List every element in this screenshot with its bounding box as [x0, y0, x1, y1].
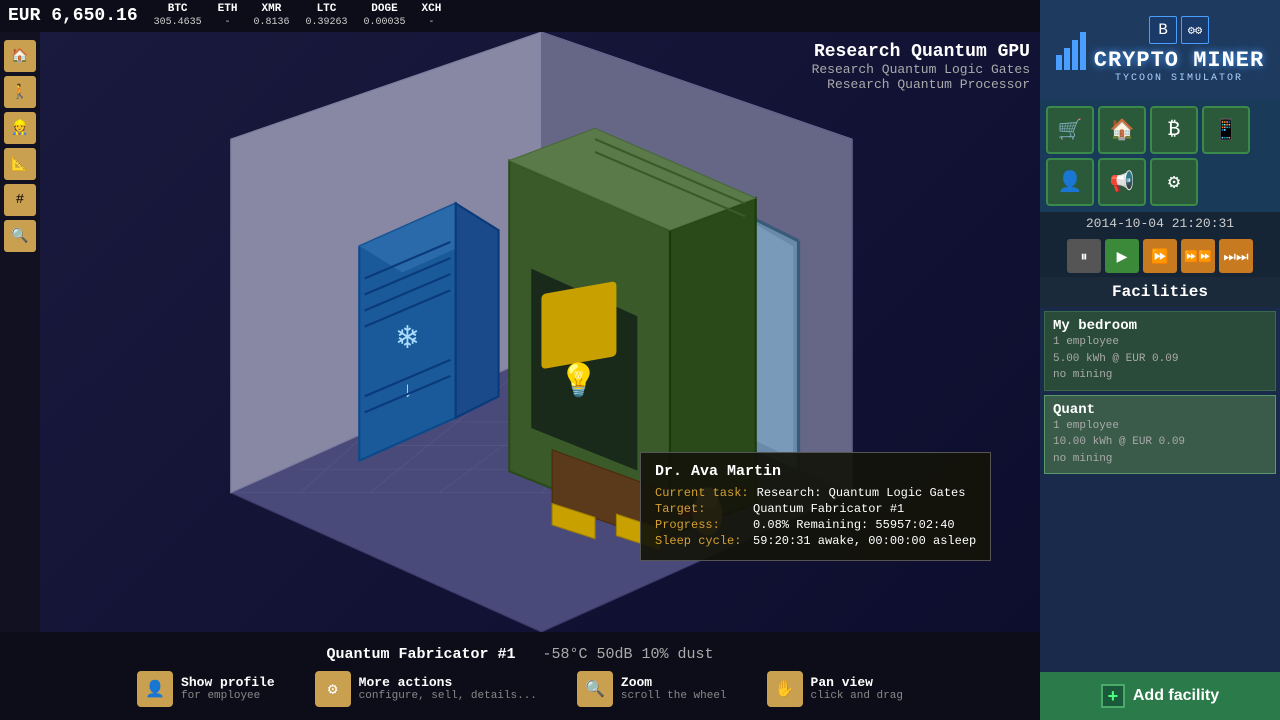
facilities-header: Facilities	[1040, 277, 1280, 307]
pause-button[interactable]: ⏸	[1067, 239, 1101, 273]
logo-text-sub: TYCOON SIMULATOR	[1115, 73, 1243, 84]
tool-zoom[interactable]: 🔍	[4, 220, 36, 252]
more-actions-sub: configure, sell, details...	[359, 690, 537, 702]
add-facility-icon: +	[1101, 684, 1125, 708]
logo-text-main: CRYPTO MINER	[1094, 48, 1264, 73]
play-button[interactable]: ▶	[1105, 239, 1139, 273]
nav-mobile-button[interactable]: 📱	[1202, 106, 1250, 154]
zoom-button[interactable]: 🔍 Zoom scroll the wheel	[577, 671, 727, 707]
more-actions-icon: ⚙	[315, 671, 351, 707]
add-facility-button[interactable]: + Add facility	[1040, 672, 1280, 720]
tool-angle[interactable]: 📐	[4, 148, 36, 180]
bottom-action-bar: Quantum Fabricator #1 -58°C 50dB 10% dus…	[0, 632, 1040, 720]
tooltip-row-progress: Progress: 0.08% Remaining: 55957:02:40	[655, 518, 976, 532]
employee-tooltip: Dr. Ava Martin Current task: Research: Q…	[640, 452, 991, 561]
facility-info-bar: Quantum Fabricator #1 -58°C 50dB 10% dus…	[0, 642, 1040, 667]
nav-user-button[interactable]: 👤	[1046, 158, 1094, 206]
datetime-display: 2014-10-04 21:20:31	[1040, 212, 1280, 235]
pan-icon: ✋	[767, 671, 803, 707]
show-profile-button[interactable]: 👤 Show profile for employee	[137, 671, 275, 707]
nav-bitcoin-button[interactable]: ₿	[1150, 106, 1198, 154]
left-toolbar: 🏠 🚶 👷 📐 # 🔍	[0, 32, 40, 632]
speed3-button[interactable]: ⏩⏩	[1181, 239, 1215, 273]
crypto-doge: DOGE 0.00035	[363, 3, 405, 28]
crypto-eth: ETH -	[218, 3, 238, 28]
logo-gear-icon: ⚙⚙	[1181, 16, 1209, 44]
facility-stats: -58°C 50dB 10% dust	[525, 646, 714, 663]
top-currency-bar: EUR 6,650.16 BTC 305.4635 ETH - XMR 0.81…	[0, 0, 1040, 32]
tooltip-row-target: Target: Quantum Fabricator #1	[655, 502, 976, 516]
show-profile-icon: 👤	[137, 671, 173, 707]
nav-icons-grid: 🛒 🏠 ₿ 📱 👤 📢 ⚙	[1040, 100, 1280, 212]
facility-card-bedroom-detail: 1 employee 5.00 kWh @ EUR 0.09 no mining	[1053, 334, 1267, 384]
nav-announcements-button[interactable]: 📢	[1098, 158, 1146, 206]
facility-card-bedroom-name: My bedroom	[1053, 318, 1267, 334]
main-currency: EUR 6,650.16	[8, 6, 138, 26]
tool-walk[interactable]: 🚶	[4, 76, 36, 108]
more-actions-button[interactable]: ⚙ More actions configure, sell, details.…	[315, 671, 537, 707]
facility-card-quant-detail: 1 employee 10.00 kWh @ EUR 0.09 no minin…	[1053, 418, 1267, 468]
crypto-xmr: XMR 0.8136	[253, 3, 289, 28]
show-profile-label: Show profile	[181, 675, 275, 690]
nav-shop-button[interactable]: 🛒	[1046, 106, 1094, 154]
facility-card-quant-name: Quant	[1053, 402, 1267, 418]
add-facility-label: Add facility	[1133, 687, 1219, 705]
logo-bars	[1056, 30, 1086, 70]
tool-house[interactable]: 🏠	[4, 40, 36, 72]
employee-name: Dr. Ava Martin	[655, 463, 976, 480]
pan-button[interactable]: ✋ Pan view click and drag	[767, 671, 903, 707]
crypto-ltc: LTC 0.39263	[305, 3, 347, 28]
tool-hash[interactable]: #	[4, 184, 36, 216]
right-panel: B ⚙⚙ CRYPTO MINER TYCOON SIMULATOR 🛒 🏠 ₿…	[1040, 0, 1280, 720]
pan-label: Pan view	[811, 675, 903, 690]
pan-sub: click and drag	[811, 690, 903, 702]
svg-text:❄: ❄	[397, 320, 418, 359]
svg-text:💡: 💡	[559, 361, 599, 401]
tool-worker[interactable]: 👷	[4, 112, 36, 144]
logo-area: B ⚙⚙ CRYPTO MINER TYCOON SIMULATOR	[1040, 0, 1280, 100]
facility-card-bedroom[interactable]: My bedroom 1 employee 5.00 kWh @ EUR 0.0…	[1044, 311, 1276, 391]
zoom-sub: scroll the wheel	[621, 690, 727, 702]
crypto-xch: XCH -	[422, 3, 442, 28]
more-actions-label: More actions	[359, 675, 537, 690]
facility-name: Quantum Fabricator #1	[326, 646, 515, 663]
nav-home-button[interactable]: 🏠	[1098, 106, 1146, 154]
crypto-btc: BTC 305.4635	[154, 3, 202, 28]
tooltip-row-task: Current task: Research: Quantum Logic Ga…	[655, 486, 976, 500]
facility-card-quant[interactable]: Quant 1 employee 10.00 kWh @ EUR 0.09 no…	[1044, 395, 1276, 475]
nav-settings-button[interactable]: ⚙	[1150, 158, 1198, 206]
action-buttons-row: 👤 Show profile for employee ⚙ More actio…	[0, 667, 1040, 711]
game-viewport[interactable]: Research Quantum GPU Research Quantum Lo…	[0, 32, 1040, 632]
speed-controls: ⏸ ▶ ⏩ ⏩⏩ ⏭⏭	[1040, 235, 1280, 277]
speed4-button[interactable]: ⏭⏭	[1219, 239, 1253, 273]
zoom-label: Zoom	[621, 675, 727, 690]
logo-b-icon: B	[1149, 16, 1177, 44]
show-profile-sub: for employee	[181, 690, 275, 702]
facilities-list: My bedroom 1 employee 5.00 kWh @ EUR 0.0…	[1040, 307, 1280, 672]
zoom-icon: 🔍	[577, 671, 613, 707]
tooltip-row-sleep: Sleep cycle: 59:20:31 awake, 00:00:00 as…	[655, 534, 976, 548]
speed2-button[interactable]: ⏩	[1143, 239, 1177, 273]
